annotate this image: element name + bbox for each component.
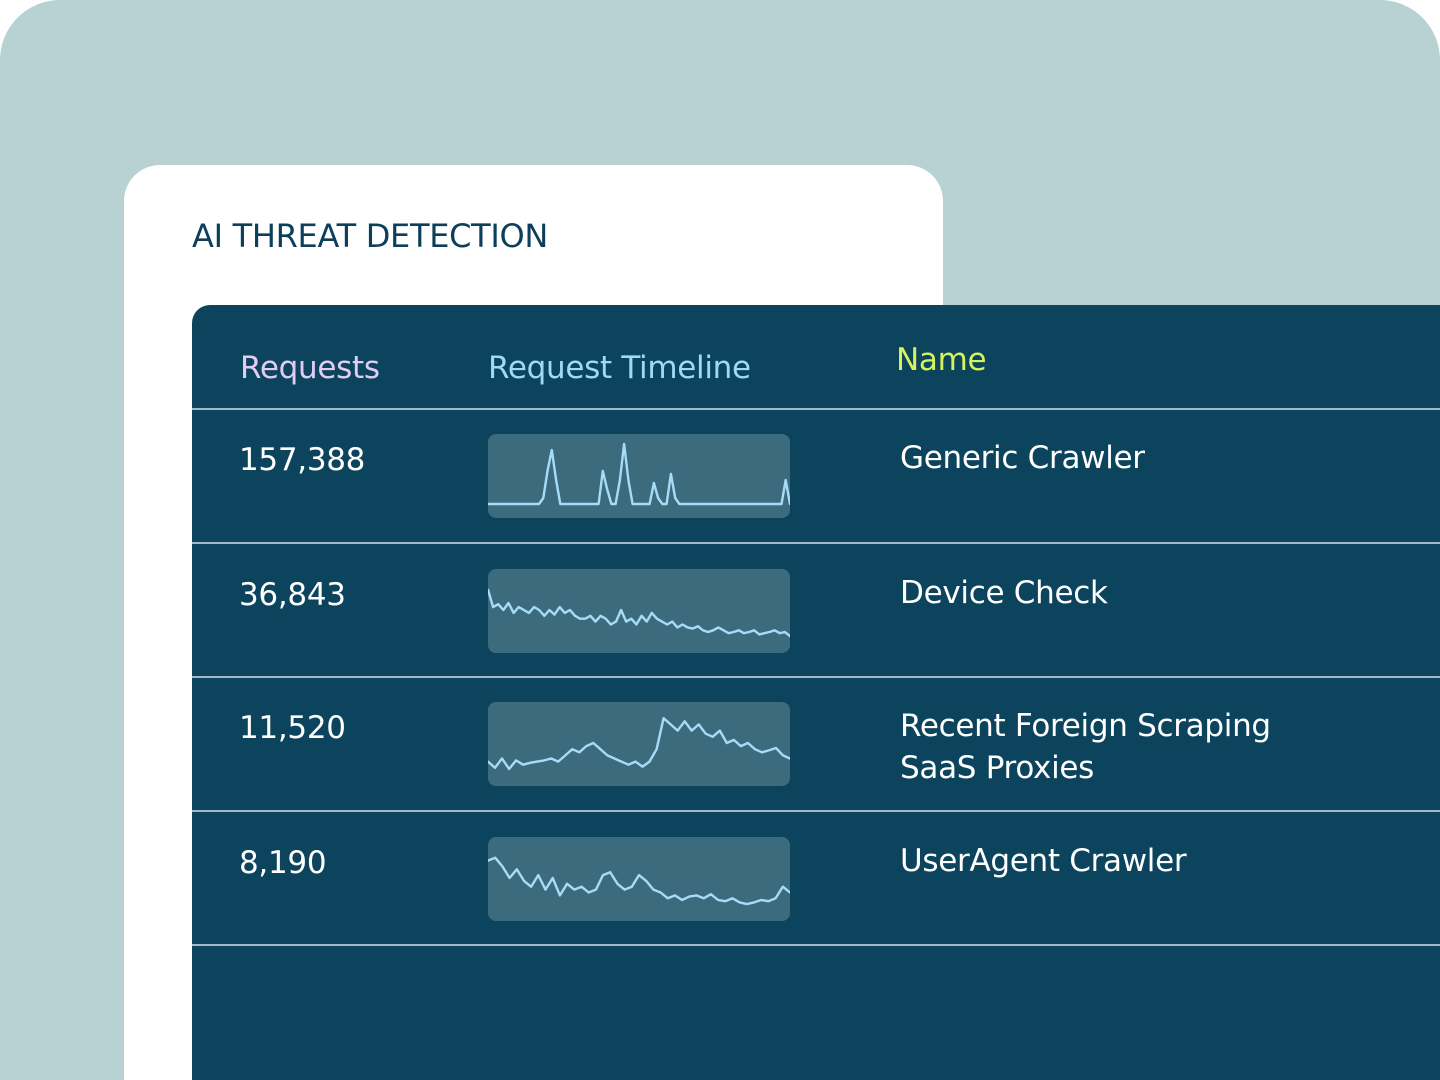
- threat-name: UserAgent Crawler: [900, 840, 1187, 882]
- threat-name: Recent Foreign Scraping SaaS Proxies: [900, 705, 1271, 789]
- threat-name-line: UserAgent Crawler: [900, 843, 1187, 879]
- sparkline-line: [488, 442, 790, 506]
- request-timeline-sparkline: [488, 837, 790, 921]
- column-header-name[interactable]: Name: [896, 342, 987, 378]
- request-count: 11,520: [239, 710, 346, 746]
- sparkline-line: [488, 588, 790, 638]
- threat-name-line: Recent Foreign Scraping: [900, 708, 1271, 744]
- app-canvas: AI THREAT DETECTION Requests Request Tim…: [0, 0, 1440, 1080]
- request-timeline-sparkline: [488, 569, 790, 653]
- column-header-timeline[interactable]: Request Timeline: [488, 350, 751, 386]
- row-divider: [192, 944, 1440, 946]
- threat-name: Generic Crawler: [900, 437, 1145, 479]
- request-count: 157,388: [239, 442, 366, 478]
- threat-name-line: Device Check: [900, 575, 1108, 611]
- threat-name-line: SaaS Proxies: [900, 750, 1095, 786]
- table-row[interactable]: 157,388 Generic Crawler: [192, 409, 1440, 543]
- request-count: 8,190: [239, 845, 327, 881]
- request-timeline-sparkline: [488, 434, 790, 518]
- threat-name: Device Check: [900, 572, 1108, 614]
- column-header-requests[interactable]: Requests: [240, 350, 380, 386]
- request-timeline-sparkline: [488, 702, 790, 786]
- sparkline-line: [488, 717, 790, 771]
- card-title: AI THREAT DETECTION: [192, 217, 549, 255]
- table-row[interactable]: 36,843 Device Check: [192, 544, 1440, 678]
- threat-table: Requests Request Timeline Name 157,388 G…: [192, 305, 1440, 1080]
- table-row[interactable]: 11,520 Recent Foreign Scraping SaaS Prox…: [192, 677, 1440, 811]
- sparkline-line: [488, 856, 790, 906]
- request-count: 36,843: [239, 577, 346, 613]
- table-row[interactable]: 8,190 UserAgent Crawler: [192, 812, 1440, 946]
- threat-name-line: Generic Crawler: [900, 440, 1145, 476]
